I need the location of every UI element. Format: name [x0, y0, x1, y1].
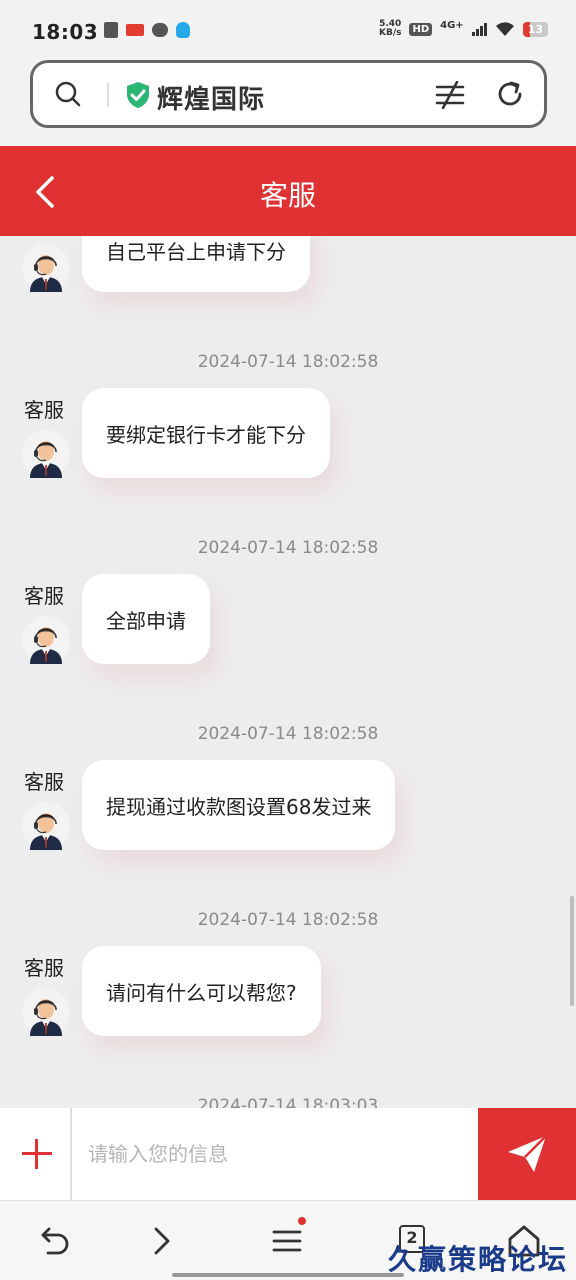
network-type: 4G+	[440, 19, 464, 31]
net-speed: 5.40 KB/s	[379, 20, 401, 38]
battery-level: 13	[527, 22, 543, 36]
browser-address-bar: 辉煌国际	[0, 58, 576, 146]
url-field[interactable]: 辉煌国际	[30, 60, 547, 128]
search-icon[interactable]	[55, 81, 81, 107]
scrollbar[interactable]	[570, 896, 574, 1006]
message-bubble: 提现通过收款图设置68发过来	[82, 760, 396, 850]
sender-name: 客服	[24, 770, 64, 794]
net-speed-unit: KB/s	[378, 28, 402, 38]
message-bubble: 自己平台上申请下分	[82, 236, 310, 292]
message-timestamp: 2024-07-14 18:02:58	[197, 538, 379, 558]
agent-avatar-icon	[22, 616, 70, 664]
send-button[interactable]	[478, 1108, 576, 1200]
message-timestamp: 2024-07-14 18:02:58	[197, 352, 379, 372]
agent-avatar-icon	[22, 988, 70, 1036]
sender-name: 客服	[24, 398, 64, 422]
signal-icon	[471, 22, 487, 36]
undo-icon[interactable]	[34, 1221, 74, 1261]
hd-icon: HD	[409, 22, 433, 36]
news-app-icon	[126, 24, 144, 36]
home-indicator[interactable]	[172, 1273, 404, 1277]
message-input[interactable]	[74, 1108, 478, 1200]
sim-icon	[104, 22, 118, 38]
message-bubble: 请问有什么可以帮您?	[82, 946, 321, 1036]
page-header: 客服	[0, 146, 576, 236]
message-bubble: 全部申请	[82, 574, 210, 664]
page-title: 客服	[259, 179, 316, 212]
message-bubble: 要绑定银行卡才能下分	[82, 388, 330, 478]
battery-icon: 13	[522, 21, 548, 37]
divider	[107, 83, 109, 107]
menu-button[interactable]	[268, 1217, 308, 1261]
agent-avatar-icon	[22, 244, 70, 292]
forward-icon[interactable]	[142, 1221, 182, 1261]
filter-icon[interactable]	[435, 81, 465, 109]
plus-icon[interactable]	[0, 1108, 72, 1200]
agent-avatar-icon	[22, 430, 70, 478]
status-bar: 18:03 5.40 KB/s HD 4G+ 13	[0, 0, 576, 58]
site-title: 辉煌国际	[157, 85, 266, 115]
notification-dot	[298, 1217, 306, 1225]
chat-list[interactable]: 自己平台上申请下分 2024-07-14 18:02:58 客服 要绑定银行卡才…	[0, 236, 576, 1108]
menu-icon	[272, 1230, 302, 1252]
send-icon	[508, 1135, 547, 1172]
wifi-icon	[495, 22, 514, 36]
watermark-text: 久赢策略论坛	[387, 1243, 568, 1276]
agent-avatar-icon	[22, 802, 70, 850]
message-input-bar	[0, 1108, 576, 1200]
message-timestamp: 2024-07-14 18:02:58	[197, 724, 379, 744]
sender-name: 客服	[24, 956, 64, 980]
message-timestamp: 2024-07-14 18:02:58	[197, 910, 379, 930]
sender-name: 客服	[24, 584, 64, 608]
system-icons: 5.40 KB/s HD 4G+ 13	[379, 20, 548, 38]
message-icon	[152, 23, 168, 37]
message-timestamp: 2024-07-14 18:03:03	[197, 1096, 379, 1108]
reload-icon[interactable]	[495, 79, 525, 109]
notification-icons	[104, 22, 190, 38]
shield-check-icon	[127, 82, 149, 108]
status-time: 18:03	[32, 20, 99, 44]
qq-icon	[176, 22, 190, 38]
